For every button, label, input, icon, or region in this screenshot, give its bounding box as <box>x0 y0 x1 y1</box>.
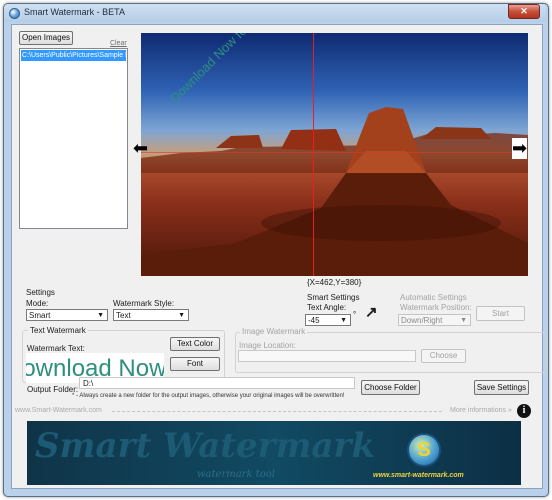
angle-direction-icon: ↗ <box>365 304 378 321</box>
chevron-down-icon: ▼ <box>460 317 467 324</box>
angle-unit: ° <box>353 310 357 319</box>
website-link[interactable]: www.Smart-Watermark.com <box>15 407 102 414</box>
watermark-text-label: Watermark Text: <box>27 344 85 353</box>
text-watermark-group-title: Text Watermark <box>28 326 88 335</box>
watermark-position-label: Watermark Position: <box>400 303 472 312</box>
chevron-down-icon: ▼ <box>97 312 104 319</box>
text-color-button[interactable]: Text Color <box>170 337 220 351</box>
footer-divider <box>112 411 442 412</box>
output-folder-input[interactable]: D:\ <box>79 377 355 389</box>
chevron-down-icon: ▼ <box>178 312 185 319</box>
window-title: Smart Watermark - BETA <box>24 7 126 17</box>
clear-link[interactable]: Clear <box>110 40 127 47</box>
smart-watermark-logo: S <box>407 433 441 467</box>
vertical-guide-line <box>313 33 314 276</box>
image-preview[interactable]: Download Now for FREE <box>141 33 528 276</box>
file-list[interactable]: C:\Users\Public\Pictures\Sample Pic <box>19 48 128 229</box>
banner-url: www.smart-watermark.com <box>373 472 464 479</box>
image-watermark-group-title: Image Watermark <box>240 327 308 336</box>
watermark-style-label: Watermark Style: <box>113 299 175 308</box>
close-button[interactable]: ✕ <box>508 4 540 19</box>
font-button[interactable]: Font <box>170 357 220 371</box>
output-folder-path: D:\ <box>83 379 94 388</box>
image-location-input[interactable] <box>238 350 416 362</box>
start-button[interactable]: Start <box>476 306 525 321</box>
previous-image-arrow[interactable]: ⬅ <box>133 138 148 159</box>
cursor-coordinates: {X=462,Y=380} <box>307 278 362 287</box>
banner-subtitle: watermark tool <box>197 469 275 480</box>
output-folder-label: Output Folder: <box>27 385 79 394</box>
save-settings-button[interactable]: Save Settings <box>474 380 529 395</box>
smart-settings-heading: Smart Settings <box>307 293 360 302</box>
horizontal-guide-line <box>141 152 528 153</box>
promo-banner[interactable]: Smart Watermark watermark tool S www.sma… <box>27 421 521 485</box>
next-image-arrow[interactable]: ➡ <box>512 138 528 159</box>
watermark-position-select[interactable]: Down/Right ▼ <box>398 314 471 326</box>
banner-title: Smart Watermark <box>35 426 375 466</box>
text-angle-label: Text Angle: <box>307 303 347 312</box>
settings-heading: Settings <box>26 288 55 297</box>
open-images-button[interactable]: Open Images <box>19 31 73 45</box>
app-icon <box>9 8 20 19</box>
mode-label: Mode: <box>26 299 49 308</box>
image-location-label: Image Location: <box>239 341 296 350</box>
output-warning-note: * - Always create a new folder for the o… <box>72 393 345 399</box>
text-angle-select[interactable]: -45 ▼ <box>305 314 351 326</box>
watermark-style-select[interactable]: Text ▼ <box>113 309 189 321</box>
choose-image-button[interactable]: Choose <box>421 349 466 363</box>
more-info-link[interactable]: More informations » <box>450 407 512 414</box>
info-icon[interactable]: i <box>517 404 531 418</box>
automatic-settings-heading: Automatic Settings <box>400 293 467 302</box>
file-list-item[interactable]: C:\Users\Public\Pictures\Sample Pic <box>21 50 126 61</box>
chevron-down-icon: ▼ <box>340 317 347 324</box>
choose-folder-button[interactable]: Choose Folder <box>361 380 420 395</box>
mode-select[interactable]: Smart ▼ <box>26 309 108 321</box>
